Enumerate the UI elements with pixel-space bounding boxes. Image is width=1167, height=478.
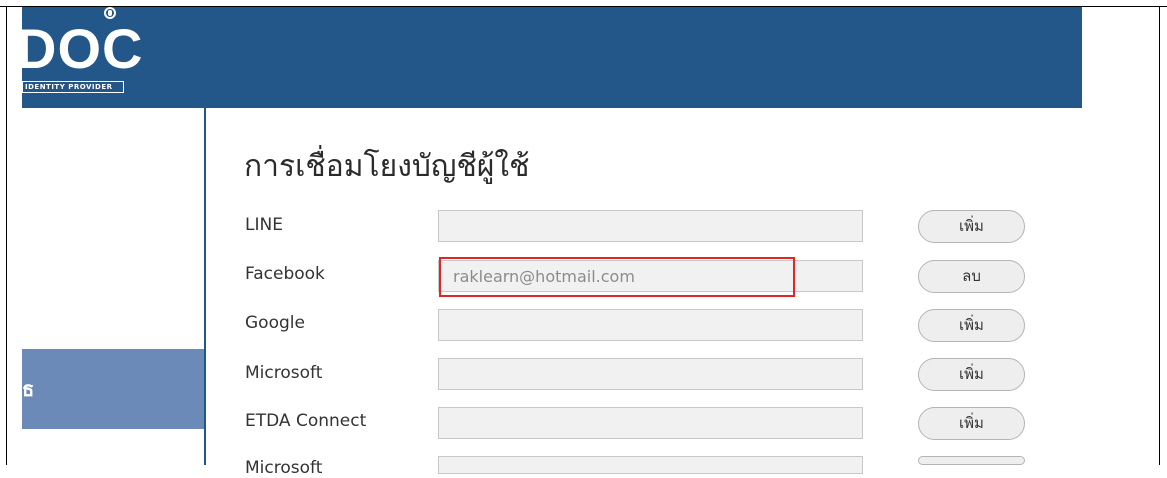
sidebar-item-label: ธ — [22, 377, 35, 401]
provider-label-microsoft: Microsoft — [245, 363, 323, 383]
add-microsoft-button[interactable]: เพิ่ม — [918, 358, 1025, 391]
logo[interactable]: DOC IDENTITY PROVIDER — [22, 7, 142, 97]
linked-account-field-line[interactable] — [438, 210, 863, 242]
provider-label-etda-connect: ETDA Connect — [245, 411, 367, 431]
linked-account-field-partial[interactable] — [438, 456, 863, 474]
provider-label-line: LINE — [245, 215, 283, 235]
provider-label-facebook: Facebook — [245, 264, 325, 284]
linked-account-field-etda-connect[interactable] — [438, 407, 863, 439]
remove-facebook-button[interactable]: ลบ — [918, 260, 1025, 293]
sidebar-divider — [204, 108, 206, 465]
logo-mark-icon — [104, 7, 116, 19]
add-google-button[interactable]: เพิ่ม — [918, 309, 1025, 342]
screenshot-border-left — [6, 6, 7, 465]
page-title: การเชื่อมโยงบัญชีผู้ใช้ — [244, 149, 530, 184]
highlight-annotation — [439, 257, 795, 297]
logo-text: DOC — [22, 17, 144, 80]
provider-label-google: Google — [245, 313, 305, 333]
add-line-button[interactable]: เพิ่ม — [918, 210, 1025, 243]
add-etda-connect-button[interactable]: เพิ่ม — [918, 407, 1025, 440]
logo-subtitle: IDENTITY PROVIDER — [22, 81, 124, 93]
header-bar: DOC IDENTITY PROVIDER — [22, 7, 1082, 108]
screenshot-border-right — [1159, 6, 1160, 465]
linked-account-field-microsoft[interactable] — [438, 358, 863, 390]
sidebar-item-active[interactable]: ธ — [22, 349, 204, 429]
provider-label-microsoft-2: Microsoft — [245, 458, 323, 478]
add-partial-button[interactable] — [918, 456, 1025, 465]
linked-account-field-google[interactable] — [438, 309, 863, 341]
